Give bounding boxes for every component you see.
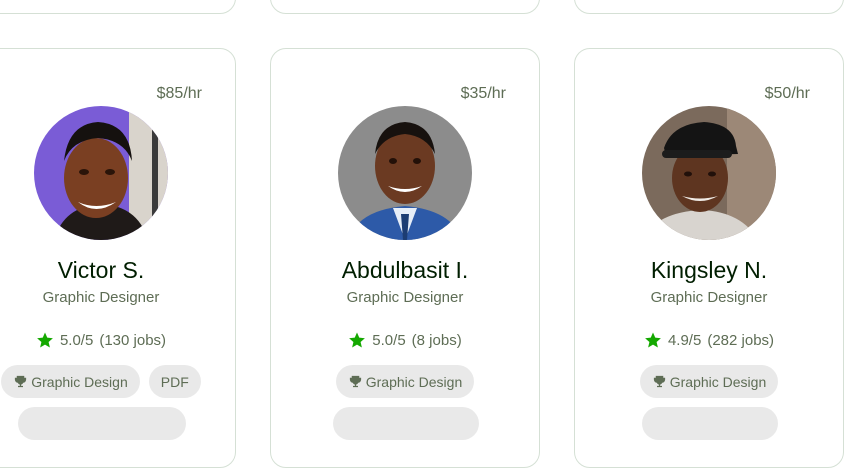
hourly-rate: $35/hr	[460, 85, 506, 102]
freelancer-card[interactable]: $50/hr Kingsley N. Graphic Designer 4.9/…	[574, 48, 844, 468]
hourly-rate: $50/hr	[764, 85, 810, 102]
rating-row: 5.0/5 (8 jobs)	[271, 331, 539, 349]
freelancer-card-above[interactable]	[0, 0, 236, 14]
star-icon	[37, 332, 53, 348]
freelancer-card[interactable]: $35/hr Abdulbasit I. Graphic Designer 5.…	[270, 48, 540, 468]
rating-row: 5.0/5 (130 jobs)	[0, 331, 235, 349]
trophy-icon	[349, 375, 361, 388]
freelancer-name[interactable]: Victor S.	[0, 257, 235, 284]
skill-chip[interactable]: Graphic Design	[1, 365, 140, 398]
avatar[interactable]	[642, 106, 776, 240]
freelancer-name[interactable]: Kingsley N.	[575, 257, 843, 284]
freelancer-title: Graphic Designer	[346, 289, 464, 306]
star-icon	[645, 332, 661, 348]
skills-list: Graphic Design	[271, 365, 539, 398]
skill-label: PDF	[160, 373, 189, 390]
skill-label: Graphic Design	[31, 373, 128, 390]
freelancer-title: Graphic Designer	[42, 289, 160, 306]
star-icon	[349, 332, 366, 348]
freelancer-card[interactable]: $85/hr Victor S. Graphic Designer 5.0/5 …	[0, 48, 236, 468]
skills-list: Graphic Design	[575, 365, 843, 398]
freelancer-title: Graphic Designer	[650, 289, 768, 306]
jobs-count: (130 jobs)	[99, 331, 167, 349]
skill-chip[interactable]	[18, 407, 186, 440]
skill-chip[interactable]	[642, 407, 778, 440]
skill-chip[interactable]: PDF	[148, 365, 201, 398]
skill-label: Graphic Design	[365, 373, 463, 390]
hourly-rate: $85/hr	[156, 85, 202, 102]
skill-chip[interactable]: Graphic Design	[335, 365, 475, 398]
jobs-count: (8 jobs)	[411, 331, 462, 349]
trophy-icon	[653, 375, 665, 388]
avatar[interactable]	[34, 106, 168, 240]
jobs-count: (282 jobs)	[707, 331, 775, 349]
skills-list: Graphic Design PDF	[0, 365, 235, 398]
rating-score: 4.9/5	[667, 331, 702, 349]
skill-chip[interactable]: Graphic Design	[639, 365, 779, 398]
avatar[interactable]	[338, 106, 472, 240]
rating-score: 5.0/5	[59, 331, 94, 349]
freelancer-card-above[interactable]	[270, 0, 540, 14]
freelancer-card-above[interactable]	[574, 0, 844, 14]
skill-label: Graphic Design	[669, 373, 767, 390]
rating-score: 5.0/5	[372, 331, 406, 349]
trophy-icon	[15, 375, 27, 388]
freelancer-name[interactable]: Abdulbasit I.	[271, 257, 539, 284]
skill-chip[interactable]	[333, 407, 479, 440]
rating-row: 4.9/5 (282 jobs)	[575, 331, 843, 349]
